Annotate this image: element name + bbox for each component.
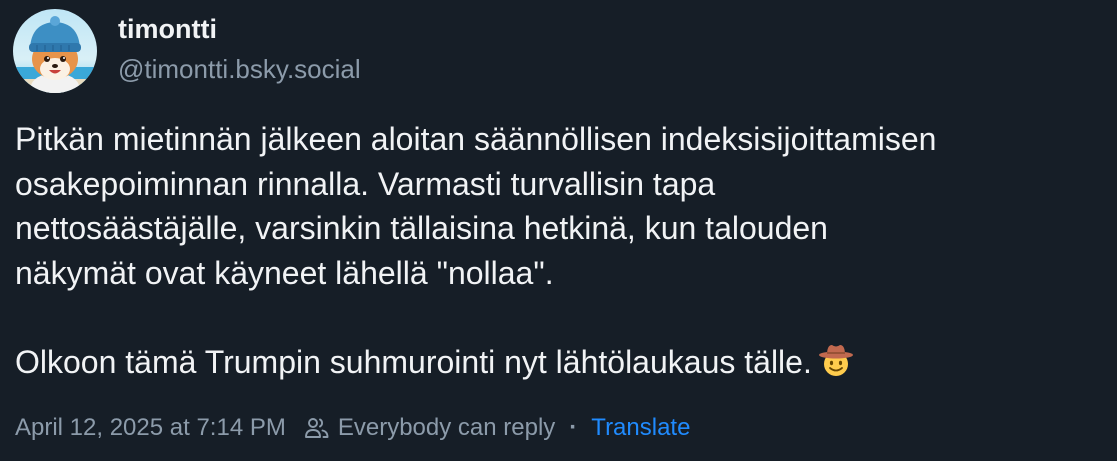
avatar[interactable] (13, 9, 97, 93)
shiba-dog-avatar-icon (13, 9, 97, 93)
footer-separator: · (569, 414, 578, 441)
post-text-last-sentence: Olkoon tämä Trumpin suhmurointi nyt läht… (15, 343, 812, 380)
translate-link[interactable]: Translate (591, 414, 690, 442)
people-icon (304, 416, 330, 440)
reply-setting-label[interactable]: Everybody can reply (338, 414, 555, 442)
post-card: timontti @timontti.bsky.social Pitkän mi… (0, 0, 1117, 461)
post-footer: April 12, 2025 at 7:14 PM Everybody can … (15, 410, 690, 446)
cowboy-hat-face-emoji-icon (818, 342, 854, 390)
post-text-line-last: Olkoon tämä Trumpin suhmurointi nyt läht… (15, 340, 1105, 390)
post-text-line: nettosäästäjälle, varsinkin tällaisina h… (15, 210, 828, 246)
post-body: Pitkän mietinnän jälkeen aloitan säännöl… (15, 117, 1105, 389)
post-text-line: Pitkän mietinnän jälkeen aloitan säännöl… (15, 121, 937, 157)
post-timestamp[interactable]: April 12, 2025 at 7:14 PM (15, 414, 286, 442)
post-text-line: osakepoiminnan rinnalla. Varmasti turval… (15, 165, 716, 202)
author-handle[interactable]: @timontti.bsky.social (118, 54, 361, 85)
author-display-name[interactable]: timontti (118, 14, 217, 45)
post-text-line: näkymät ovat käyneet lähellä "nollaa". (15, 254, 554, 291)
